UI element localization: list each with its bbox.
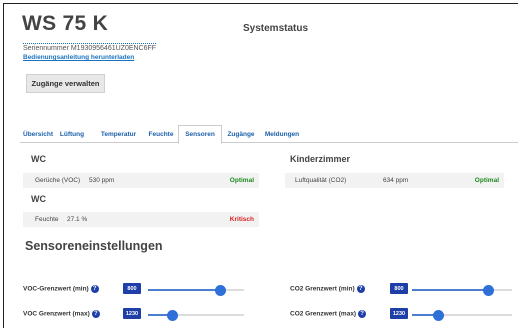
help-icon[interactable]: ? — [356, 285, 365, 293]
tab-humidity[interactable]: Feuchte — [146, 125, 176, 143]
tab-ventilation[interactable]: Lüftung — [58, 125, 86, 143]
slider-fill — [412, 289, 488, 291]
manage-access-button[interactable]: Zugänge verwalten — [26, 74, 105, 93]
slider-thumb[interactable] — [482, 284, 494, 296]
voc-min-value[interactable]: 800 — [123, 283, 141, 294]
status-badge: Optimal — [474, 177, 499, 184]
section-title-wc: WC — [31, 154, 46, 164]
voc-min-label: VOC-Grenzwert (min)? — [23, 285, 99, 293]
sensor-value: 27.1 % — [67, 216, 88, 223]
help-icon[interactable]: ? — [91, 310, 100, 318]
tab-temperature[interactable]: Temperatur — [99, 125, 138, 143]
section-title-kinderzimmer: Kinderzimmer — [290, 154, 351, 164]
section-title-wc-2: WC — [31, 194, 46, 204]
voc-min-slider[interactable] — [148, 284, 244, 296]
help-icon[interactable]: ? — [358, 310, 367, 318]
slider-thumb[interactable] — [167, 309, 179, 321]
tab-access[interactable]: Zugänge — [226, 125, 256, 143]
device-title: WS 75 K — [22, 12, 109, 35]
sensor-row-co2: Luftqualität (CO2) 634 ppm Optimal — [285, 173, 504, 188]
sensor-label: Gerüche (VOC) — [35, 177, 81, 184]
slider-thumb[interactable] — [432, 309, 444, 321]
co2-max-slider[interactable] — [412, 309, 512, 321]
tab-messages[interactable]: Meldungen — [263, 125, 301, 143]
status-badge: Optimal — [229, 177, 254, 184]
sensor-value: 634 ppm — [383, 177, 409, 184]
co2-min-label: CO2 Grenzwert (min)? — [290, 285, 365, 293]
app-frame: WS 75 K Systemstatus Seriennummer M19309… — [3, 3, 518, 328]
sensor-row-voc: Gerüche (VOC) 530 ppm Optimal — [23, 173, 259, 188]
co2-min-slider[interactable] — [412, 284, 512, 296]
sensor-label: Feuchte — [35, 216, 59, 223]
co2-max-label: CO2 Grenzwert (max)? — [290, 310, 367, 318]
co2-min-value[interactable]: 800 — [390, 283, 408, 294]
tab-sensors[interactable]: Sensoren — [178, 125, 222, 144]
manual-download-link[interactable]: Bedienungsanleitung herunterladen — [23, 54, 134, 61]
tab-overview[interactable]: Übersicht — [22, 125, 54, 143]
sensor-value: 530 ppm — [89, 177, 115, 184]
help-icon[interactable]: ? — [90, 285, 99, 293]
voc-max-slider[interactable] — [148, 309, 244, 321]
voc-max-label: VOC Grenzwert (max)? — [23, 310, 100, 318]
slider-thumb[interactable] — [215, 284, 227, 296]
tab-bar: Übersicht Lüftung Temperatur Feuchte Sen… — [20, 125, 518, 144]
status-badge: Kritisch — [229, 216, 254, 223]
co2-max-value[interactable]: 1230 — [390, 308, 408, 319]
sensor-settings-title: Sensoreneinstellungen — [25, 239, 163, 253]
sensor-label: Luftqualität (CO2) — [295, 177, 347, 184]
slider-fill — [148, 289, 221, 291]
sensor-row-humidity: Feuchte 27.1 % Kritisch — [23, 212, 259, 227]
system-status-title: Systemstatus — [243, 23, 309, 34]
serial-number: Seriennummer M1930956461UZ0ENC6FF — [23, 43, 157, 52]
voc-max-value[interactable]: 1230 — [123, 308, 141, 319]
